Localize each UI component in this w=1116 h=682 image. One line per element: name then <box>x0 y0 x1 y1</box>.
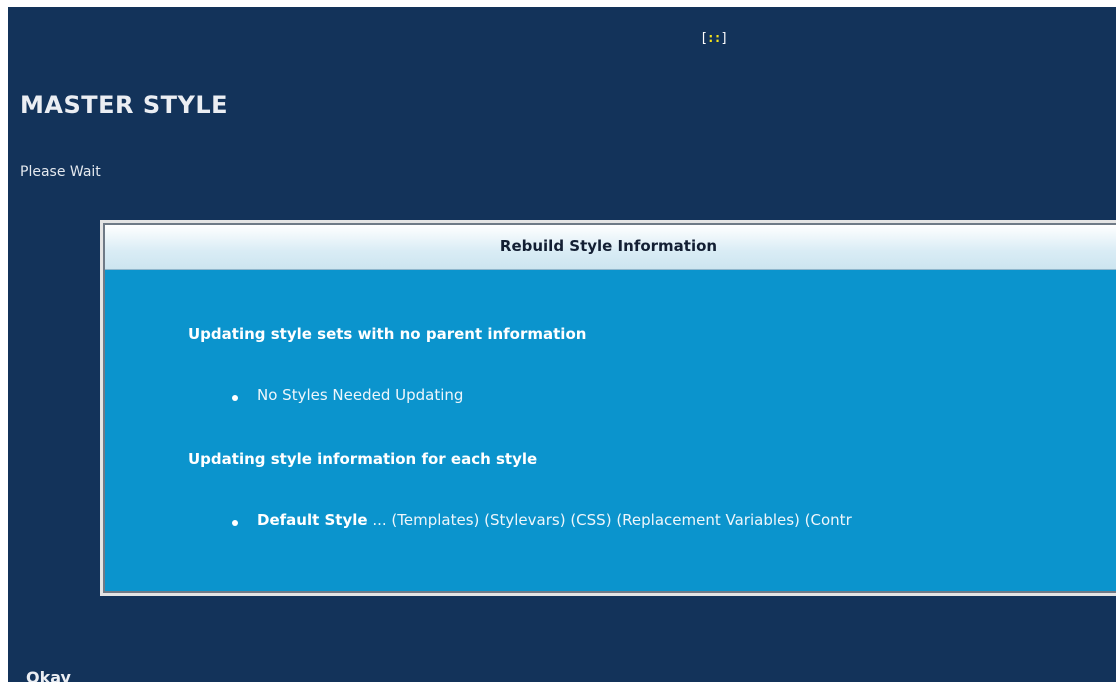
bullet-icon <box>232 520 238 526</box>
page-title: MASTER STYLE <box>20 91 229 119</box>
okay-label: Okay <box>26 668 71 682</box>
admin-page: [::] MASTER STYLE Please Wait Rebuild St… <box>8 7 1116 682</box>
list-item: No Styles Needed Updating <box>257 386 464 404</box>
marker-dots-icon: :: <box>706 31 722 46</box>
top-marker: [::] <box>700 31 728 46</box>
panel-header: Rebuild Style Information <box>105 225 1116 270</box>
list-item: Default Style ... (Templates) (Stylevars… <box>257 511 852 529</box>
rebuild-style-panel: Rebuild Style Information Updating style… <box>100 220 1116 596</box>
bullet-icon <box>232 395 238 401</box>
style-name: Default Style <box>257 511 368 529</box>
marker-close-bracket: ] <box>720 31 728 46</box>
section-heading: Updating style sets with no parent infor… <box>188 325 587 343</box>
panel-body: Updating style sets with no parent infor… <box>105 270 1116 591</box>
panel-title: Rebuild Style Information <box>499 237 718 255</box>
status-text: Please Wait <box>20 164 101 180</box>
style-progress: ... (Templates) (Stylevars) (CSS) (Repla… <box>367 511 852 529</box>
section-heading: Updating style information for each styl… <box>188 450 538 468</box>
marker-open-bracket: [ <box>700 31 708 46</box>
